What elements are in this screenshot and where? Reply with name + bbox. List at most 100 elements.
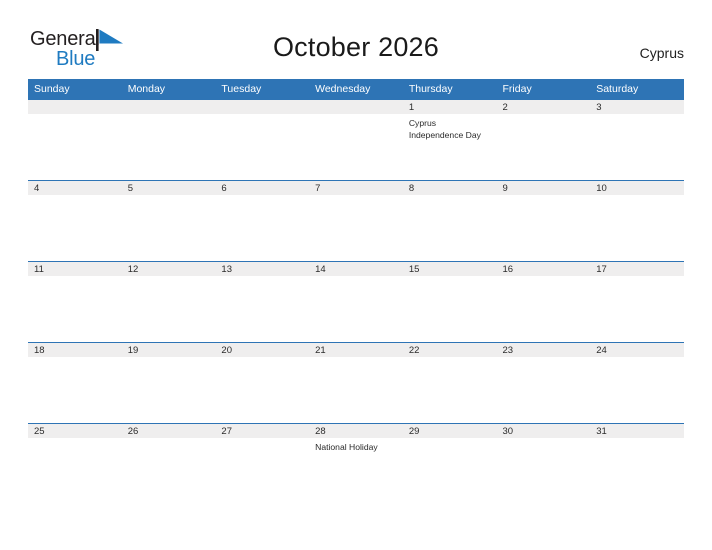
day-cell-body: 4 (28, 180, 122, 261)
calendar-day-cell[interactable]: 18 (28, 342, 122, 423)
day-number: 8 (402, 180, 497, 195)
calendar-week-row: 4 5 6 7 8 9 10 (28, 180, 684, 261)
calendar-day-cell[interactable]: 5 (121, 180, 216, 261)
calendar-day-cell[interactable]: 12 (121, 261, 216, 342)
event-label: Independence Day (408, 130, 481, 140)
day-number: 3 (590, 99, 684, 114)
day-number: 24 (590, 342, 684, 357)
calendar-week-row: 25 26 27 28 National Holiday 29 30 31 (28, 423, 684, 504)
calendar-day-cell[interactable]: 30 (496, 423, 591, 504)
day-cell-body (121, 99, 216, 180)
day-number-empty (309, 99, 403, 114)
day-cell-body: 3 (590, 99, 684, 180)
calendar-day-cell (215, 99, 310, 180)
day-number: 30 (496, 423, 591, 438)
day-cell-body (309, 99, 403, 180)
page-header: General Blue October 2026 Cyprus (0, 0, 712, 70)
day-number: 5 (121, 180, 216, 195)
calendar-day-cell[interactable]: 28 National Holiday (309, 423, 403, 504)
calendar-day-cell[interactable]: 26 (121, 423, 216, 504)
calendar-day-cell[interactable]: 16 (496, 261, 591, 342)
day-cell-body: 29 (402, 423, 497, 504)
day-cell-body: 19 (121, 342, 216, 423)
calendar-day-cell[interactable]: 23 (496, 342, 591, 423)
calendar-day-cell[interactable]: 22 (402, 342, 497, 423)
calendar-body: 1 Cyprus Independence Day 2 3 4 5 6 7 8 9 10 11 12 13 1… (28, 99, 684, 504)
day-cell-body: 31 (590, 423, 684, 504)
day-number: 27 (215, 423, 310, 438)
calendar-day-cell[interactable]: 3 (590, 99, 684, 180)
calendar-day-cell[interactable]: 11 (28, 261, 122, 342)
calendar-day-cell[interactable]: 27 (215, 423, 310, 504)
calendar-day-cell[interactable]: 19 (121, 342, 216, 423)
day-cell-body: 17 (590, 261, 684, 342)
calendar-day-cell[interactable]: 9 (496, 180, 591, 261)
day-number: 1 (402, 99, 497, 114)
day-number: 29 (402, 423, 497, 438)
calendar-day-cell[interactable]: 1 Cyprus Independence Day (402, 99, 497, 180)
day-cell-body: 1 Cyprus Independence Day (402, 99, 497, 180)
calendar-day-cell[interactable]: 8 (402, 180, 497, 261)
day-cell-body: 28 National Holiday (309, 423, 403, 504)
weekday-header-row: Sunday Monday Tuesday Wednesday Thursday… (28, 79, 684, 99)
calendar-day-cell[interactable]: 25 (28, 423, 122, 504)
calendar-day-cell[interactable]: 20 (215, 342, 310, 423)
day-number: 21 (309, 342, 403, 357)
calendar-day-cell[interactable]: 2 (496, 99, 591, 180)
day-cell-body: 10 (590, 180, 684, 261)
day-number: 17 (590, 261, 684, 276)
day-cell-body: 21 (309, 342, 403, 423)
calendar-week-row: 11 12 13 14 15 16 17 (28, 261, 684, 342)
calendar-week-row: 18 19 20 21 22 23 24 (28, 342, 684, 423)
day-cell-body: 18 (28, 342, 122, 423)
day-cell-body: 26 (121, 423, 216, 504)
day-number: 10 (590, 180, 684, 195)
day-cell-body: 14 (309, 261, 403, 342)
calendar-day-cell[interactable]: 10 (590, 180, 684, 261)
day-cell-body: 2 (496, 99, 591, 180)
calendar-day-cell[interactable]: 17 (590, 261, 684, 342)
calendar-day-cell[interactable]: 29 (402, 423, 497, 504)
weekday-header-sunday: Sunday (28, 79, 122, 99)
day-cell-body: 9 (496, 180, 591, 261)
day-cell-body: 13 (215, 261, 310, 342)
calendar-day-cell[interactable]: 7 (309, 180, 403, 261)
day-number: 7 (309, 180, 403, 195)
calendar-day-cell (309, 99, 403, 180)
day-cell-body: 12 (121, 261, 216, 342)
calendar-week-row: 1 Cyprus Independence Day 2 3 (28, 99, 684, 180)
calendar-day-cell[interactable]: 6 (215, 180, 310, 261)
event-label: National Holiday (315, 442, 378, 452)
calendar-day-cell[interactable]: 21 (309, 342, 403, 423)
day-number: 26 (121, 423, 216, 438)
calendar-day-cell (121, 99, 216, 180)
calendar-day-cell[interactable]: 13 (215, 261, 310, 342)
calendar-day-cell[interactable]: 14 (309, 261, 403, 342)
day-cell-body: 27 (215, 423, 310, 504)
day-cell-body: 30 (496, 423, 591, 504)
calendar-day-cell[interactable]: 31 (590, 423, 684, 504)
calendar-day-cell[interactable]: 24 (590, 342, 684, 423)
weekday-header-thursday: Thursday (402, 79, 497, 99)
day-number: 28 (309, 423, 403, 438)
day-events: National Holiday (309, 438, 403, 453)
day-cell-body: 7 (309, 180, 403, 261)
calendar-day-cell[interactable]: 15 (402, 261, 497, 342)
weekday-header-saturday: Saturday (590, 79, 684, 99)
day-number: 13 (215, 261, 310, 276)
day-number: 20 (215, 342, 310, 357)
day-cell-body: 11 (28, 261, 122, 342)
day-cell-body: 23 (496, 342, 591, 423)
calendar-day-cell (28, 99, 122, 180)
day-number: 15 (402, 261, 497, 276)
weekday-header-wednesday: Wednesday (309, 79, 403, 99)
day-number-empty (121, 99, 216, 114)
day-cell-body: 20 (215, 342, 310, 423)
day-number: 25 (28, 423, 122, 438)
day-cell-body (28, 99, 122, 180)
calendar-day-cell[interactable]: 4 (28, 180, 122, 261)
day-events: Cyprus Independence Day (403, 114, 497, 141)
day-number: 12 (121, 261, 216, 276)
day-number: 2 (496, 99, 591, 114)
day-number: 14 (309, 261, 403, 276)
